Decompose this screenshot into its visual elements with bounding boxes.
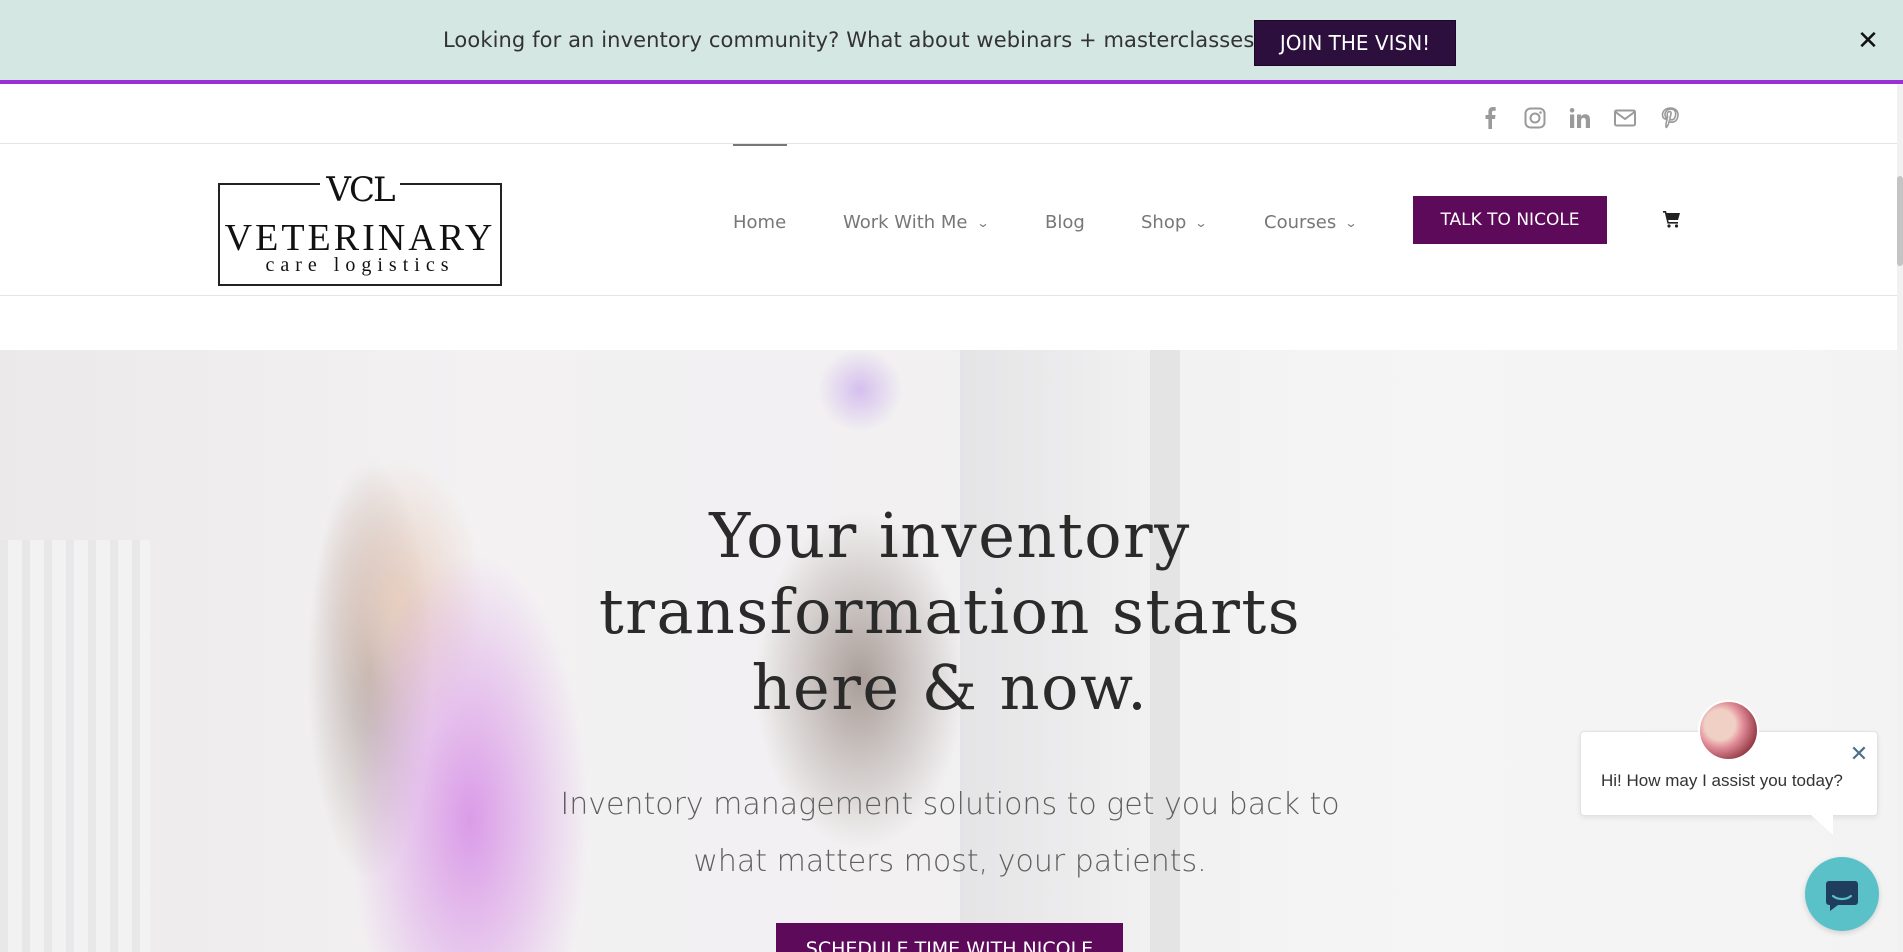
hero-subtitle-line: what matters most, your patients. — [693, 844, 1207, 879]
nav-blog[interactable]: Blog — [1045, 212, 1085, 233]
talk-to-nicole-button[interactable]: TALK TO NICOLE — [1413, 196, 1607, 244]
nav-home[interactable]: Home — [733, 212, 786, 233]
nav-label: Blog — [1045, 212, 1085, 233]
hero-section: Your inventory transformation starts her… — [0, 350, 1897, 952]
nav-label: Shop — [1141, 212, 1187, 233]
scrollbar[interactable] — [1897, 84, 1903, 952]
site-logo[interactable]: VCL VETERINARY care logistics — [218, 170, 502, 286]
nav-courses[interactable]: Courses ⌄ — [1264, 212, 1358, 233]
logo-subtitle: care logistics — [265, 254, 455, 276]
social-bar — [0, 88, 1897, 144]
linkedin-icon[interactable] — [1568, 106, 1592, 130]
mail-icon[interactable] — [1613, 106, 1637, 130]
scrollbar-thumb[interactable] — [1897, 176, 1903, 266]
chevron-down-icon: ⌄ — [975, 215, 990, 230]
hero-subtitle: Inventory management solutions to get yo… — [520, 776, 1380, 890]
nav-label: Courses — [1264, 212, 1337, 233]
hero-title-line: here & now. — [751, 651, 1149, 724]
nav-label: Work With Me — [843, 212, 968, 233]
facebook-icon[interactable] — [1478, 106, 1502, 130]
hero-subtitle-line: Inventory management solutions to get yo… — [560, 787, 1340, 822]
instagram-icon[interactable] — [1523, 106, 1547, 130]
close-icon[interactable]: ✕ — [1856, 27, 1880, 53]
hero-title: Your inventory transformation starts her… — [560, 498, 1340, 726]
chat-message: Hi! How may I assist you today? — [1601, 771, 1843, 790]
chat-bubble-icon — [1826, 881, 1858, 911]
chevron-down-icon: ⌄ — [1194, 215, 1208, 230]
site-header: VCL VETERINARY care logistics Home Work … — [0, 144, 1897, 296]
nav-shop[interactable]: Shop ⌄ — [1141, 212, 1208, 233]
nav-label: Home — [733, 212, 787, 233]
hero-title-line: Your inventory — [709, 499, 1191, 572]
promo-text: Looking for an inventory community? What… — [443, 28, 1266, 52]
nav-active-indicator — [733, 144, 787, 146]
close-icon[interactable]: ✕ — [1849, 743, 1869, 765]
join-visn-button[interactable]: JOIN THE VISN! — [1254, 20, 1456, 66]
hero-background-shape — [0, 540, 150, 952]
cart-icon[interactable] — [1663, 210, 1683, 230]
pinterest-icon[interactable] — [1658, 106, 1682, 130]
nav-work-with-me[interactable]: Work With Me ⌄ — [843, 212, 990, 233]
chat-launcher-button[interactable] — [1805, 857, 1879, 931]
logo-mark: VCL — [218, 170, 502, 210]
hero-title-line: transformation starts — [598, 575, 1302, 648]
page: Looking for an inventory community? What… — [0, 0, 1903, 952]
schedule-time-button[interactable]: SCHEDULE TIME WITH NICOLE — [776, 923, 1123, 952]
promo-bar: Looking for an inventory community? What… — [0, 0, 1903, 84]
chevron-down-icon: ⌄ — [1344, 215, 1358, 230]
avatar — [1698, 700, 1759, 761]
